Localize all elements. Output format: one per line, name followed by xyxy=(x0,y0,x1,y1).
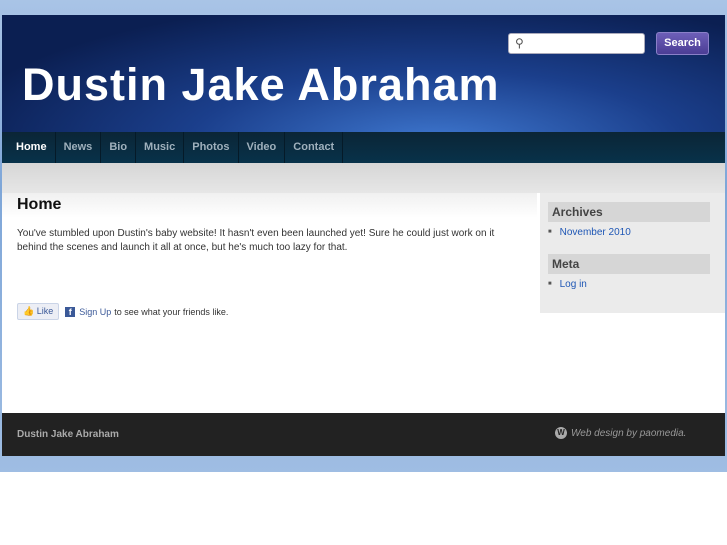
nav-bio[interactable]: Bio xyxy=(101,132,137,163)
nav-video[interactable]: Video xyxy=(239,132,286,163)
search-button[interactable]: Search xyxy=(656,32,709,55)
thumbs-up-icon: 👍 xyxy=(23,306,35,316)
nav-music[interactable]: Music xyxy=(136,132,185,163)
main-content: Home You've stumbled upon Dustin's baby … xyxy=(2,193,537,413)
page-container: Dustin Jake Abraham ⚲ Search Home News B… xyxy=(2,15,725,456)
search-input[interactable]: ⚲ xyxy=(508,33,645,54)
signup-link[interactable]: Sign Up xyxy=(79,307,111,317)
login-link[interactable]: Log in xyxy=(548,279,587,290)
like-label: Like xyxy=(36,306,54,316)
nav-photos[interactable]: Photos xyxy=(184,132,239,163)
header: Dustin Jake Abraham ⚲ Search xyxy=(2,15,725,132)
facebook-icon: f xyxy=(65,306,76,317)
search-icon: ⚲ xyxy=(515,36,524,50)
page-body: You've stumbled upon Dustin's baby websi… xyxy=(17,228,495,253)
facebook-like: 👍 Like f Sign Up to see what your friend… xyxy=(17,303,228,320)
divider-band xyxy=(2,163,725,193)
like-button[interactable]: 👍 Like xyxy=(17,303,60,320)
nav-home[interactable]: Home xyxy=(8,132,56,163)
main-nav: Home News Bio Music Photos Video Contact xyxy=(2,132,725,163)
footer-site-name[interactable]: Dustin Jake Abraham xyxy=(17,429,119,440)
footer: Dustin Jake Abraham W Web design by paome… xyxy=(2,413,725,456)
meta-heading: Meta xyxy=(548,254,710,274)
archives-heading: Archives xyxy=(548,202,710,222)
wordpress-icon: W xyxy=(555,427,567,439)
footer-credit: W Web design by paomedia. xyxy=(555,427,686,439)
archive-link[interactable]: November 2010 xyxy=(548,227,631,238)
sidebar: Archives November 2010 Meta Log in xyxy=(540,193,725,313)
credit-link[interactable]: Web design by paomedia. xyxy=(571,428,686,439)
site-title[interactable]: Dustin Jake Abraham xyxy=(22,59,499,111)
nav-contact[interactable]: Contact xyxy=(285,132,344,163)
like-text: to see what your friends like. xyxy=(114,306,229,317)
nav-news[interactable]: News xyxy=(56,132,102,163)
page-heading: Home xyxy=(17,196,62,213)
